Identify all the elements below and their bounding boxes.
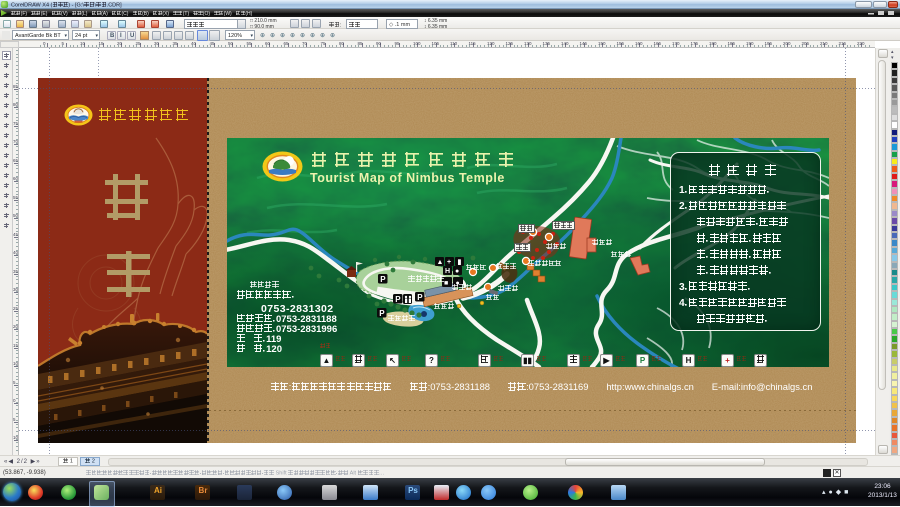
svg-text:P: P [395, 295, 401, 304]
svg-text:■: ■ [444, 280, 448, 287]
svg-text:▲: ▲ [437, 259, 444, 266]
svg-text:P: P [417, 293, 423, 302]
svg-text:P: P [379, 309, 385, 318]
svg-text:P: P [380, 275, 386, 284]
svg-text:H: H [445, 268, 450, 275]
svg-text:●: ● [455, 268, 459, 275]
svg-text:▮: ▮ [458, 259, 462, 266]
svg-text:+: + [447, 259, 451, 266]
